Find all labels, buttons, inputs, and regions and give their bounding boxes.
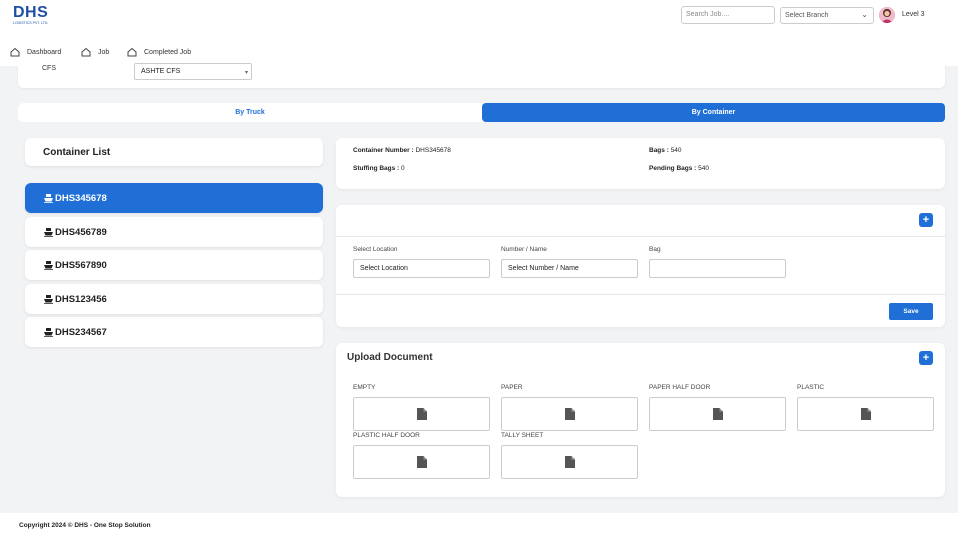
search-input[interactable]: Search Job....	[681, 6, 775, 24]
ship-icon	[44, 228, 53, 237]
cfs-label: CFS	[42, 65, 56, 72]
file-icon	[861, 408, 871, 420]
document-label: EMPTY	[353, 384, 376, 391]
avatar[interactable]	[879, 7, 895, 23]
document-label: PAPER	[501, 384, 523, 391]
branch-select-label: Select Branch	[785, 12, 829, 19]
company-logo[interactable]: DHS LOGISTICS PVT. LTD.	[13, 5, 57, 31]
bags-value: 540	[670, 147, 682, 154]
home-icon	[10, 47, 20, 57]
user-level: Level 3	[902, 11, 925, 18]
footer: Copyright 2024 © DHS - One Stop Solution	[0, 513, 958, 538]
document-label: PLASTIC	[797, 384, 825, 391]
container-info-card	[336, 138, 945, 189]
container-list-item[interactable]: DHS567890	[25, 250, 323, 280]
document-upload-box[interactable]	[501, 445, 638, 479]
bag-input[interactable]	[649, 259, 786, 278]
container-number: Container Number : DHS345678	[353, 147, 451, 154]
stuffing-bags-label: Stuffing Bags :	[353, 165, 400, 172]
nav-item-job[interactable]: Job	[81, 47, 109, 57]
home-icon	[81, 47, 91, 57]
container-list-item[interactable]: DHS234567	[25, 317, 323, 347]
tab-by-container[interactable]: By Container	[482, 103, 945, 122]
stuffing-bags: Stuffing Bags : 0	[353, 165, 405, 172]
document-label: PLASTIC HALF DOOR	[353, 432, 420, 439]
divider	[336, 236, 945, 237]
divider	[336, 294, 945, 295]
document-label: TALLY SHEET	[501, 432, 544, 439]
container-list-item[interactable]: DHS345678	[25, 183, 323, 213]
container-list-item[interactable]: DHS456789	[25, 217, 323, 247]
tab-by-truck[interactable]: By Truck	[18, 103, 482, 122]
container-number-value: DHS345678	[415, 147, 451, 154]
pending-bags-value: 540	[698, 165, 709, 172]
cfs-select-value: ASHTE CFS	[141, 68, 181, 75]
container-list-title: Container List	[43, 147, 111, 158]
container-number-label: Container Number :	[353, 147, 414, 154]
container-list-item-label: DHS456789	[55, 226, 107, 238]
home-icon	[127, 47, 137, 57]
nav-item-label: Completed Job	[144, 48, 192, 56]
container-list-item-label: DHS234567	[55, 326, 107, 338]
top-bar: DHS LOGISTICS PVT. LTD. Search Job.... S…	[0, 0, 958, 66]
pending-bags-label: Pending Bags :	[649, 165, 697, 172]
nav-item-completed-job[interactable]: Completed Job	[127, 47, 191, 57]
document-upload-box[interactable]	[353, 445, 490, 479]
stuffing-bags-value: 0	[401, 165, 405, 172]
document-upload-box[interactable]	[649, 397, 786, 431]
location-select[interactable]: Select Location	[353, 259, 490, 278]
nav-item-label: Dashboard	[27, 48, 62, 56]
container-list-header: Container List	[25, 138, 323, 166]
cfs-select[interactable]: ASHTE CFS ▾	[134, 63, 252, 80]
document-label: PAPER HALF DOOR	[649, 384, 711, 391]
bag-label: Bag	[649, 246, 661, 253]
location-label: Select Location	[353, 246, 398, 253]
ship-icon	[44, 194, 53, 203]
pending-bags: Pending Bags : 540	[649, 165, 709, 172]
logo-subtext: LOGISTICS PVT. LTD.	[13, 21, 49, 25]
chevron-down-icon: ⌄	[861, 10, 868, 19]
branch-select[interactable]: Select Branch ⌄	[780, 7, 874, 24]
container-list-item-label: DHS123456	[55, 293, 107, 305]
document-upload-box[interactable]	[353, 397, 490, 431]
document-upload-box[interactable]	[501, 397, 638, 431]
bags-count: Bags : 540	[649, 147, 682, 154]
file-icon	[713, 408, 723, 420]
number-name-label: Number / Name	[501, 246, 547, 253]
copyright-text: Copyright 2024 © DHS - One Stop Solution	[19, 522, 151, 529]
file-icon	[565, 456, 575, 468]
file-icon	[417, 408, 427, 420]
file-icon	[417, 456, 427, 468]
container-list-item-label: DHS345678	[55, 192, 107, 204]
ship-icon	[44, 328, 53, 337]
add-document-button[interactable]: +	[919, 351, 933, 365]
container-list-item[interactable]: DHS123456	[25, 284, 323, 314]
save-button[interactable]: Save	[889, 303, 933, 320]
bags-label: Bags :	[649, 147, 669, 154]
add-location-button[interactable]: +	[919, 213, 933, 227]
chevron-down-icon: ▾	[244, 70, 248, 76]
mode-toggle: By Truck By Container	[18, 103, 945, 122]
document-upload-box[interactable]	[797, 397, 934, 431]
number-name-select[interactable]: Select Number / Name	[501, 259, 638, 278]
upload-document-title: Upload Document	[347, 352, 433, 363]
nav-item-label: Job	[98, 48, 110, 56]
ship-icon	[44, 261, 53, 270]
nav-item-dashboard[interactable]: Dashboard	[10, 47, 61, 57]
file-icon	[565, 408, 575, 420]
logo-text: DHS	[13, 4, 49, 21]
ship-icon	[44, 295, 53, 304]
container-list-item-label: DHS567890	[55, 259, 107, 271]
